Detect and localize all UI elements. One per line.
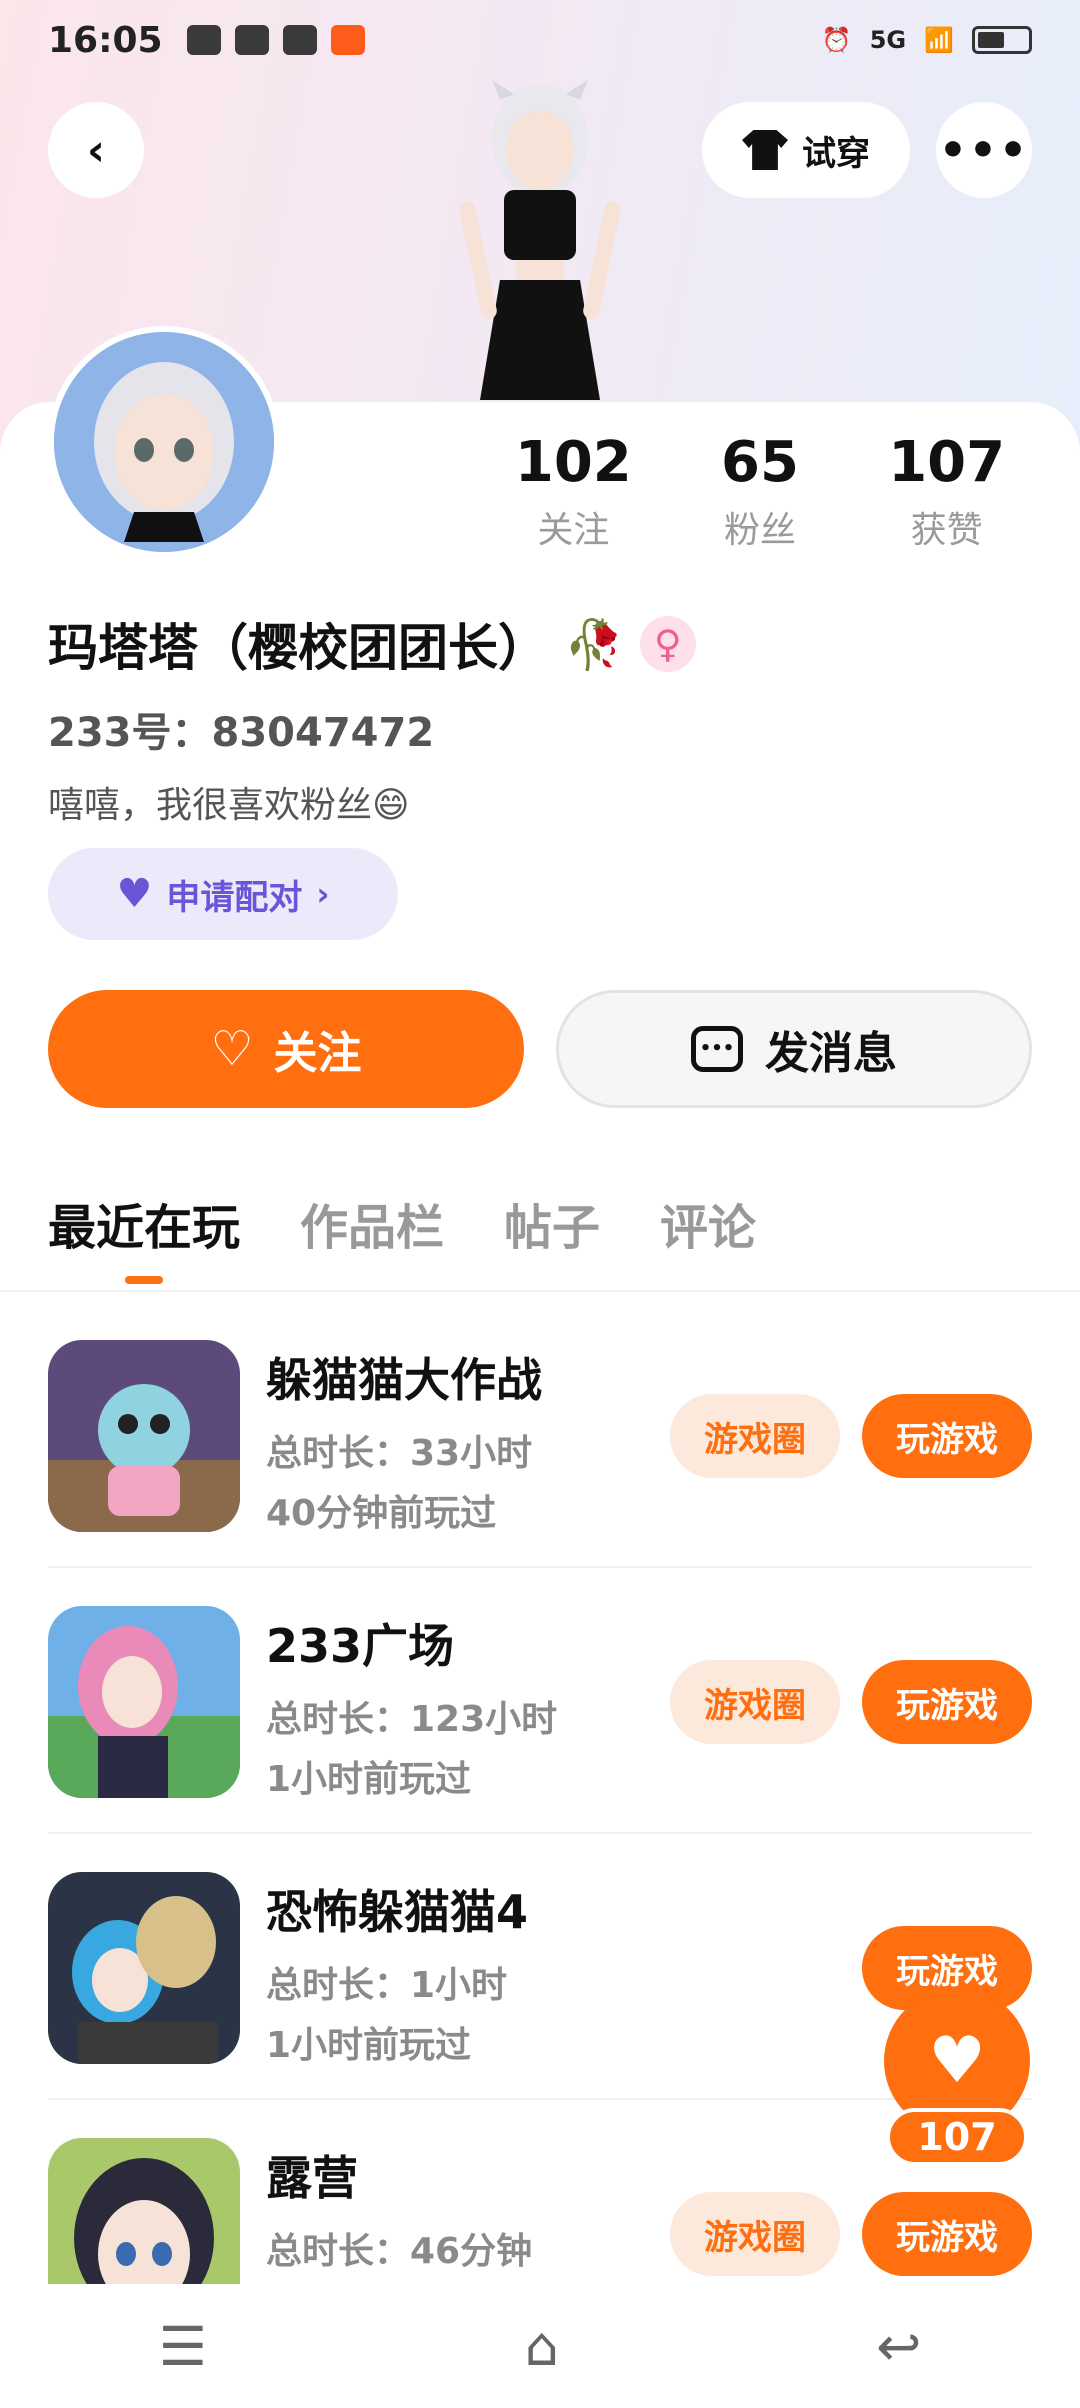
game-thumbnail — [48, 1606, 240, 1798]
game-title: 躲猫猫大作战 — [266, 1353, 542, 1407]
home-icon[interactable]: ⌂ — [524, 2315, 558, 2378]
divider — [48, 1566, 1032, 1568]
crown-icon — [234, 25, 269, 55]
apply-pair-label: 申请配对 — [166, 877, 303, 918]
stat-label: 关注 — [537, 510, 610, 551]
stat-number: 65 — [721, 430, 799, 495]
play-game-button[interactable]: 玩游戏 — [862, 1660, 1032, 1744]
game-thumbnail — [48, 1872, 240, 2064]
play-game-button[interactable]: 玩游戏 — [862, 1394, 1032, 1478]
game-total-time: 总时长：123小时 — [266, 1699, 558, 1740]
list-item[interactable]: 露营 总时长：46分钟 游戏圈 玩游戏 — [48, 2138, 1032, 2284]
menu-icon[interactable]: ☰ — [159, 2315, 207, 2378]
tab-comments[interactable]: 评论 — [660, 1188, 756, 1258]
stat-following[interactable]: 102 关注 — [480, 430, 667, 553]
network-label: 5G — [869, 26, 907, 54]
stat-number: 107 — [888, 430, 1006, 495]
game-thumbnail — [48, 2138, 240, 2284]
profile-tabs: 最近在玩 作品栏 帖子 评论 — [48, 1188, 756, 1284]
profile-stats: 102 关注 65 粉丝 107 获赞 — [480, 430, 1040, 553]
game-total-time: 总时长：46分钟 — [266, 2231, 533, 2272]
stat-followers[interactable]: 65 粉丝 — [667, 430, 854, 553]
stat-label: 获赞 — [910, 510, 983, 551]
mail-icon — [186, 25, 221, 55]
tab-recently-played[interactable]: 最近在玩 — [48, 1188, 240, 1284]
follow-button[interactable]: ♡ 关注 — [48, 990, 524, 1108]
follow-label: 关注 — [273, 1028, 362, 1079]
try-on-button[interactable]: 试穿 — [702, 102, 910, 198]
game-last-played: 1小时前玩过 — [266, 2025, 472, 2066]
game-title: 233广场 — [266, 1619, 455, 1673]
game-info: 躲猫猫大作战 总时长：33小时 40分钟前玩过 — [266, 1344, 542, 1536]
chevron-right-icon: › — [316, 875, 330, 913]
stat-number: 102 — [514, 430, 632, 495]
battery-icon — [972, 26, 1032, 54]
system-status-icons: ⏰ 5G 📶 — [822, 26, 1032, 54]
more-options-button[interactable]: ••• — [936, 102, 1032, 198]
game-last-played: 1小时前玩过 — [266, 1759, 472, 1800]
shirt-icon — [742, 130, 788, 170]
game-total-time: 总时长：1小时 — [266, 1965, 508, 2006]
back-button[interactable]: ‹ — [48, 102, 144, 198]
send-message-button[interactable]: ••• 发消息 — [556, 990, 1032, 1108]
rose-icon: 🥀 — [564, 616, 624, 673]
system-navigation-bar: ☰ ⌂ ↩ — [0, 2284, 1080, 2408]
chevron-left-icon: ‹ — [86, 124, 106, 176]
alarm-icon: ⏰ — [821, 26, 852, 54]
apply-pair-button[interactable]: ♥ 申请配对 › — [48, 848, 398, 940]
heart-icon: ♥ — [116, 871, 153, 917]
link-icon — [282, 25, 317, 55]
notification-icons — [186, 25, 365, 55]
profile-bio: 嘻嘻，我很喜欢粉丝😄 — [48, 785, 410, 826]
wifi-icon: 📶 — [924, 26, 954, 54]
game-title: 露营 — [266, 2151, 358, 2205]
female-gender-icon: ♀ — [639, 616, 696, 672]
game-info: 恐怖躲猫猫4 总时长：1小时 1小时前玩过 — [266, 1876, 528, 2068]
tab-works[interactable]: 作品栏 — [300, 1188, 444, 1258]
avatar-face-image — [54, 332, 274, 552]
game-info: 露营 总时长：46分钟 — [266, 2142, 532, 2274]
send-message-label: 发消息 — [765, 1028, 897, 1079]
game-title: 恐怖躲猫猫4 — [266, 1885, 529, 1939]
profile-name: 玛塔塔（樱校团团长） — [48, 619, 548, 677]
heart-icon: ♥ — [928, 2024, 986, 2098]
profile-name-row: 玛塔塔（樱校团团长） 🥀 ♀ — [48, 608, 696, 680]
tabs-divider — [0, 1290, 1080, 1292]
divider — [48, 1832, 1032, 1834]
more-icon: ••• — [938, 124, 1030, 176]
game-info: 233广场 总时长：123小时 1小时前玩过 — [266, 1610, 557, 1802]
game-circle-button[interactable]: 游戏圈 — [670, 1394, 840, 1478]
status-bar: 16:05 ⏰ 5G 📶 — [0, 0, 1080, 80]
user-id: 233号：83047472 — [48, 710, 435, 756]
like-count-badge: 107 — [886, 2108, 1028, 2166]
status-time: 16:05 — [48, 19, 163, 61]
app-notification-icon — [330, 25, 365, 55]
heart-plus-icon: ♡ — [210, 1021, 254, 1077]
game-total-time: 总时长：33小时 — [266, 1433, 533, 1474]
game-circle-button[interactable]: 游戏圈 — [670, 1660, 840, 1744]
avatar-character-figure — [459, 80, 621, 400]
game-last-played: 40分钟前玩过 — [266, 1493, 497, 1534]
game-thumbnail — [48, 1340, 240, 1532]
divider — [48, 2098, 1032, 2100]
stat-label: 粉丝 — [724, 510, 797, 551]
stat-likes[interactable]: 107 获赞 — [853, 430, 1040, 553]
back-nav-icon[interactable]: ↩ — [876, 2315, 921, 2378]
chat-bubble-icon: ••• — [691, 1026, 743, 1072]
try-on-label: 试穿 — [802, 133, 870, 174]
game-circle-button[interactable]: 游戏圈 — [670, 2192, 840, 2276]
tab-posts[interactable]: 帖子 — [504, 1188, 600, 1258]
avatar[interactable] — [48, 326, 280, 558]
play-game-button[interactable]: 玩游戏 — [862, 2192, 1032, 2276]
